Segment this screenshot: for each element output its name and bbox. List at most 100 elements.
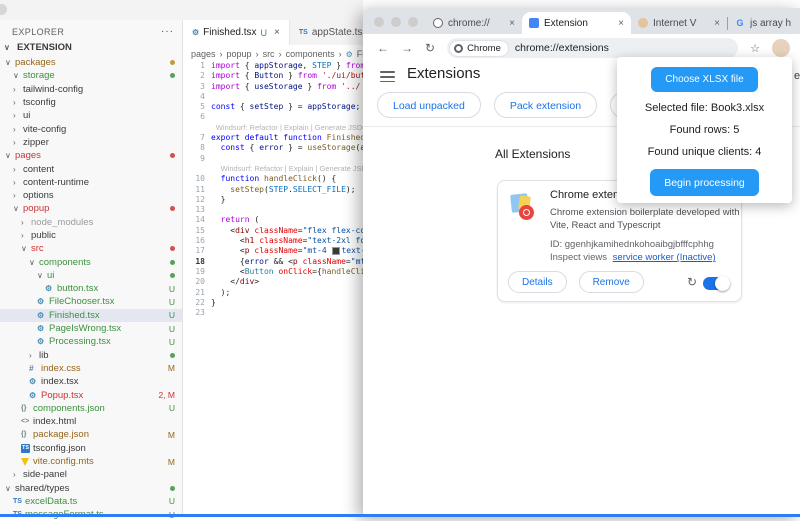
forward-icon[interactable]: → <box>401 41 413 55</box>
tree-file-item[interactable]: TSexcelData.tsU <box>0 495 182 508</box>
reload-icon[interactable]: ↻ <box>425 41 435 55</box>
remove-button[interactable]: Remove <box>579 271 644 293</box>
tree-file-item[interactable]: <>index.html <box>0 415 182 428</box>
close-tab-icon[interactable]: × <box>509 18 515 29</box>
tree-folder-item[interactable]: ∨shared/types <box>0 482 182 495</box>
toggle-knob <box>715 276 730 291</box>
browser-tab-internet-v[interactable]: Internet V× <box>631 12 727 34</box>
chevron-down-icon: ∨ <box>5 58 15 67</box>
html-file-icon: <> <box>21 418 33 425</box>
load-unpacked-button[interactable]: Load unpacked <box>377 92 481 118</box>
tree-folder-item[interactable]: ›tailwind-config <box>0 83 182 96</box>
line-number <box>183 123 211 133</box>
explorer-section-header[interactable]: ∨ EXTENSION <box>4 42 72 53</box>
breadcrumb-separator-icon: › <box>256 49 259 59</box>
puzzle-icon <box>529 18 539 28</box>
tree-folder-item[interactable]: ∨components <box>0 255 182 268</box>
workspace-name: EXTENSION <box>17 42 72 53</box>
profile-avatar[interactable] <box>772 39 790 57</box>
site-icon <box>638 18 648 28</box>
close-tab-icon[interactable]: × <box>274 27 280 38</box>
maximize-window-icon[interactable] <box>408 17 418 27</box>
tree-file-item[interactable]: ⚙Popup.tsx2, M <box>0 388 182 401</box>
begin-processing-button[interactable]: Begin processing <box>650 169 759 196</box>
react-file-icon: ⚙ <box>37 311 49 320</box>
tree-folder-item[interactable]: ›node_modules <box>0 216 182 229</box>
close-window-icon[interactable] <box>374 17 384 27</box>
changes-dot-icon <box>170 153 175 158</box>
browser-tab-extension[interactable]: Extension× <box>522 12 631 34</box>
tree-file-item[interactable]: ⚙button.tsxU <box>0 282 182 295</box>
tree-file-item[interactable]: #index.cssM <box>0 362 182 375</box>
breadcrumb-item[interactable]: pages <box>191 49 216 59</box>
tree-folder-item[interactable]: ›lib <box>0 349 182 362</box>
tree-folder-item[interactable]: ›zipper <box>0 136 182 149</box>
tree-item-label: components <box>39 257 91 268</box>
tree-file-item[interactable]: ⚙Finished.tsxU <box>0 309 182 322</box>
chevron-down-icon: ∨ <box>37 271 47 280</box>
git-status-badge: M <box>168 363 175 373</box>
tree-file-item[interactable]: {}package.jsonM <box>0 428 182 441</box>
react-file-icon: ⚙ <box>37 297 49 306</box>
close-tab-icon[interactable]: × <box>618 18 624 29</box>
react-file-icon: ⚙ <box>37 337 49 346</box>
browser-tabs: chrome://×Extension×Internet V×Gjs array… <box>426 8 800 34</box>
minimize-window-icon[interactable] <box>391 17 401 27</box>
breadcrumb-item[interactable]: components <box>286 49 335 59</box>
editor-tab-finished-tsx[interactable]: ⚙Finished.tsxU× <box>183 20 290 45</box>
back-icon[interactable]: ← <box>377 41 389 55</box>
more-actions-icon[interactable]: ··· <box>161 26 174 37</box>
tree-folder-item[interactable]: ›tsconfig <box>0 96 182 109</box>
browser-tab-js-array-h[interactable]: Gjs array h× <box>728 12 800 34</box>
line-number: 2 <box>183 71 211 81</box>
line-number: 10 <box>183 174 211 184</box>
details-button[interactable]: Details <box>508 271 567 293</box>
tree-file-item[interactable]: vite.config.mtsM <box>0 455 182 468</box>
tree-folder-item[interactable]: ∨src <box>0 242 182 255</box>
address-bar[interactable]: Chrome chrome://extensions <box>447 38 738 58</box>
pack-extension-button[interactable]: Pack extension <box>494 92 597 118</box>
tree-file-item[interactable]: ⚙index.tsx <box>0 375 182 388</box>
tree-folder-item[interactable]: ›options <box>0 189 182 202</box>
bookmark-star-icon[interactable]: ☆ <box>750 42 760 55</box>
tree-folder-item[interactable]: ›ui <box>0 109 182 122</box>
changes-dot-icon <box>170 73 175 78</box>
tree-item-label: content-runtime <box>23 177 89 188</box>
tree-file-item[interactable]: ⚙Processing.tsxU <box>0 335 182 348</box>
tree-item-label: tailwind-config <box>23 84 83 95</box>
tree-file-item[interactable]: ⚙FileChooser.tsxU <box>0 295 182 308</box>
tree-folder-item[interactable]: ›content-runtime <box>0 176 182 189</box>
tree-file-item[interactable]: TStsconfig.json <box>0 442 182 455</box>
tree-folder-item[interactable]: ›side-panel <box>0 468 182 481</box>
tree-folder-item[interactable]: ›vite-config <box>0 122 182 135</box>
tree-item-label: vite.config.mts <box>33 456 94 467</box>
tree-item-label: popup <box>23 203 49 214</box>
choose-xlsx-button[interactable]: Choose XLSX file <box>651 67 757 92</box>
breadcrumb-item[interactable]: src <box>263 49 275 59</box>
changes-dot-icon <box>170 486 175 491</box>
tree-folder-item[interactable]: ∨packages <box>0 56 182 69</box>
section-title: All Extensions <box>495 147 570 161</box>
tree-folder-item[interactable]: ›public <box>0 229 182 242</box>
tree-folder-item[interactable]: ›content <box>0 162 182 175</box>
breadcrumb-item[interactable]: popup <box>227 49 252 59</box>
changes-dot-icon <box>170 273 175 278</box>
extension-reload-icon[interactable]: ↻ <box>687 275 697 289</box>
tree-folder-item[interactable]: ∨storage <box>0 69 182 82</box>
browser-tab-chrome-[interactable]: chrome://× <box>426 12 522 34</box>
tree-file-item[interactable]: ⚙PageIsWrong.tsxU <box>0 322 182 335</box>
menu-icon[interactable] <box>380 71 395 85</box>
tree-folder-item[interactable]: ∨pages <box>0 149 182 162</box>
line-number: 21 <box>183 288 211 298</box>
line-number: 19 <box>183 267 211 277</box>
tree-file-item[interactable]: {}components.jsonU <box>0 402 182 415</box>
service-worker-link[interactable]: service worker (Inactive) <box>613 252 716 263</box>
window-control-icon[interactable] <box>0 4 7 15</box>
chevron-down-icon: ∨ <box>5 151 15 160</box>
tree-item-label: Finished.tsx <box>49 310 100 321</box>
close-tab-icon[interactable]: × <box>714 18 720 29</box>
extension-toggle[interactable] <box>703 277 729 290</box>
tree-folder-item[interactable]: ∨ui <box>0 269 182 282</box>
tree-folder-item[interactable]: ∨popup <box>0 202 182 215</box>
window-controls <box>363 8 426 27</box>
